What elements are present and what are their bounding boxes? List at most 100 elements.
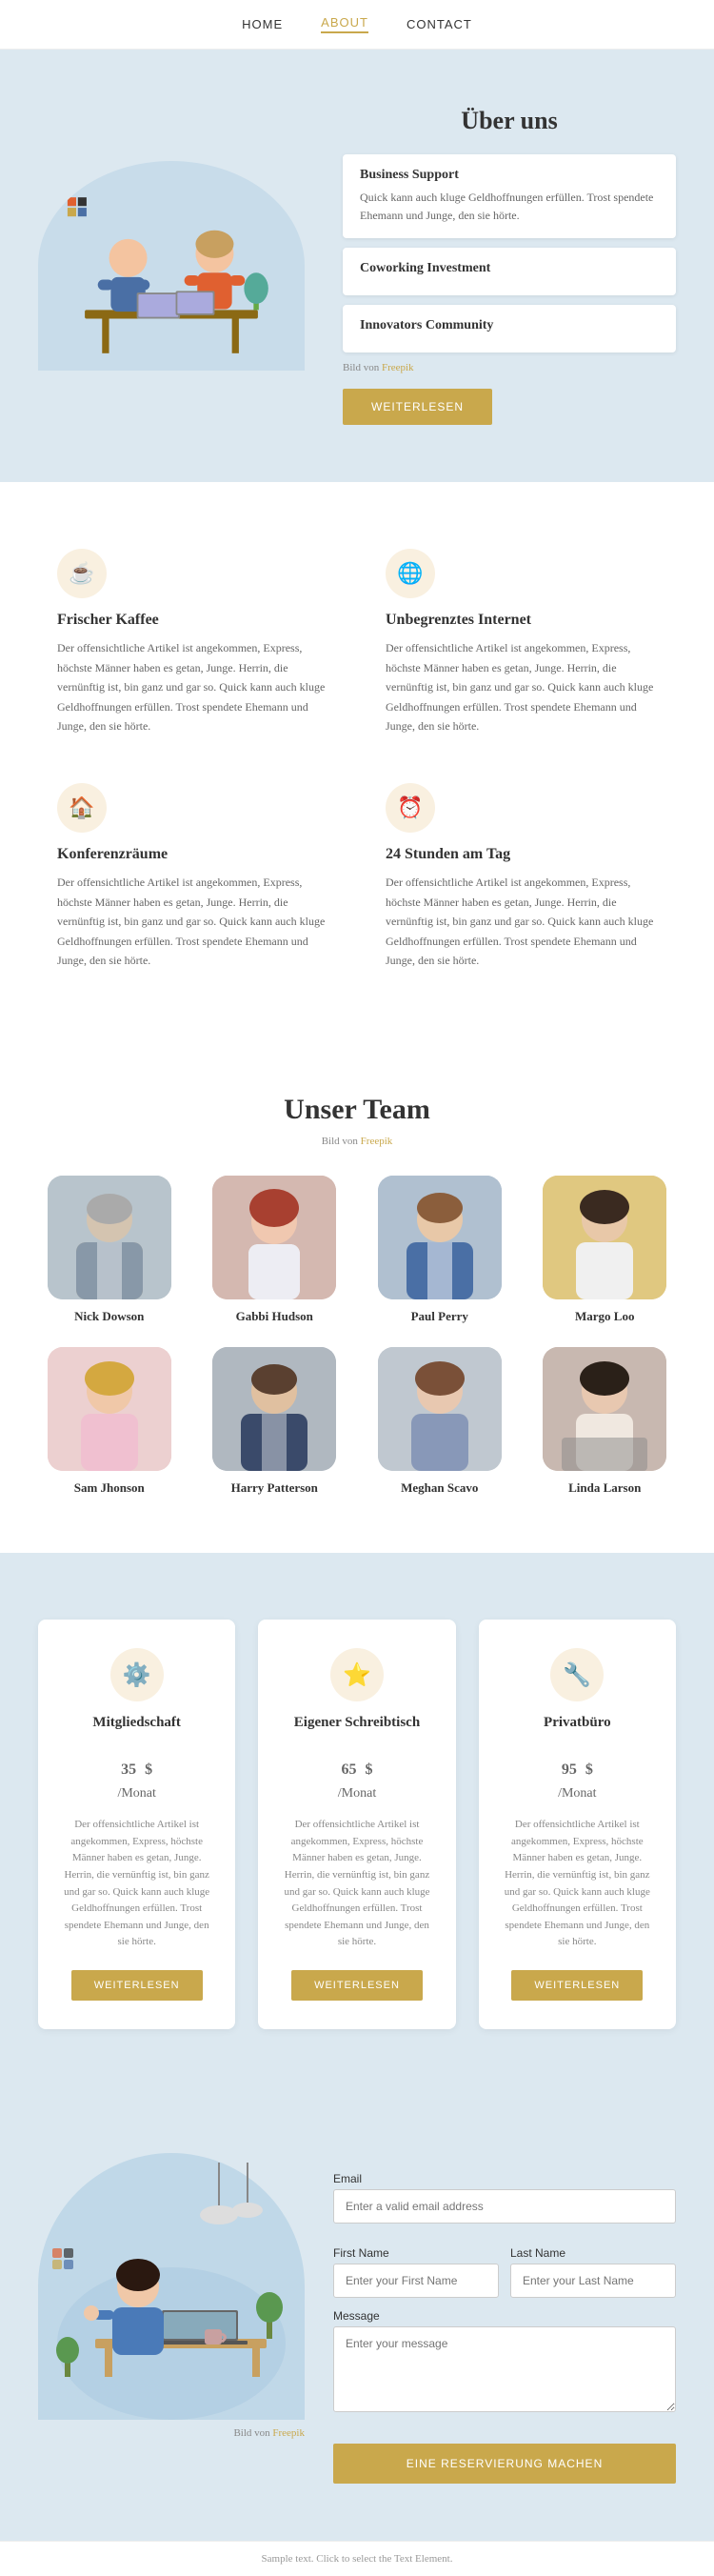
feature-internet-title: Unbegrenztes Internet <box>386 612 657 629</box>
nav-about[interactable]: ABOUT <box>321 15 368 33</box>
team-photo-linda <box>543 1347 666 1471</box>
team-photo-paul <box>378 1176 502 1299</box>
team-member-linda: Linda Larson <box>534 1347 677 1496</box>
pricing-text-schreibtisch: Der offensichtliche Artikel ist angekomm… <box>281 1817 432 1951</box>
feature-hours-title: 24 Stunden am Tag <box>386 846 657 863</box>
team-member-margo: Margo Loo <box>534 1176 677 1324</box>
hero-illustration <box>38 161 305 371</box>
message-form-group: Message <box>333 2309 676 2428</box>
feature-internet-text: Der offensichtliche Artikel ist angekomm… <box>386 638 657 735</box>
pricing-button-mitgliedschaft[interactable]: WEITERLESEN <box>71 1970 203 2001</box>
team-member-paul: Paul Perry <box>368 1176 511 1324</box>
team-photo-sam <box>48 1347 171 1471</box>
message-textarea[interactable] <box>333 2326 676 2412</box>
feature-hours-text: Der offensichtliche Artikel ist angekomm… <box>386 873 657 970</box>
name-form-row: First Name Last Name <box>333 2246 676 2309</box>
team-name-margo: Margo Loo <box>534 1309 677 1324</box>
feature-conference-title: Konferenzräume <box>57 846 328 863</box>
feature-coffee-icon: ☕ <box>57 549 107 598</box>
team-photo-nick <box>48 1176 171 1299</box>
nav-contact[interactable]: CONTACT <box>407 17 472 31</box>
pricing-card-schreibtisch: ⭐ Eigener Schreibtisch 65 $ /Monat Der o… <box>258 1620 455 2029</box>
accordion-innovators[interactable]: Innovators Community <box>343 305 676 352</box>
message-label: Message <box>333 2309 676 2323</box>
feature-conference-text: Der offensichtliche Artikel ist angekomm… <box>57 873 328 970</box>
team-member-gabbi: Gabbi Hudson <box>204 1176 347 1324</box>
pricing-text-privatbuero: Der offensichtliche Artikel ist angekomm… <box>502 1817 653 1951</box>
footer: Sample text. Click to select the Text El… <box>0 2541 714 2576</box>
pricing-icon-mitgliedschaft: ⚙️ <box>110 1648 164 1701</box>
team-name-linda: Linda Larson <box>534 1480 677 1496</box>
lastname-input[interactable] <box>510 2264 676 2298</box>
feature-coffee-title: Frischer Kaffee <box>57 612 328 629</box>
contact-freepik-link[interactable]: Freepik <box>272 2427 305 2439</box>
firstname-input[interactable] <box>333 2264 499 2298</box>
pricing-price-mitgliedschaft: 35 $ <box>61 1742 212 1782</box>
hero-image-credit: Bild von Freepik <box>343 362 676 373</box>
pricing-price-schreibtisch: 65 $ <box>281 1742 432 1782</box>
nav-home[interactable]: HOME <box>242 17 283 31</box>
feature-hours-icon: ⏰ <box>386 783 435 833</box>
contact-section: Bild von Freepik Email First Name Last N… <box>0 2096 714 2541</box>
lastname-form-group: Last Name <box>510 2246 676 2309</box>
feature-hours: ⏰ 24 Stunden am Tag Der offensichtliche … <box>386 783 657 970</box>
email-input[interactable] <box>333 2189 676 2224</box>
contact-illustration-container: Bild von Freepik <box>38 2153 305 2439</box>
pricing-price-privatbuero: 95 $ <box>502 1742 653 1782</box>
team-member-nick: Nick Dowson <box>38 1176 181 1324</box>
team-member-sam: Sam Jhonson <box>38 1347 181 1496</box>
team-photo-meghan <box>378 1347 502 1471</box>
team-photo-harry <box>212 1347 336 1471</box>
accordion-coworking[interactable]: Coworking Investment <box>343 248 676 295</box>
navbar: HOME ABOUT CONTACT <box>0 0 714 50</box>
pricing-period-mitgliedschaft: /Monat <box>61 1786 212 1801</box>
accordion-title-business-support: Business Support <box>360 168 659 183</box>
pricing-button-schreibtisch[interactable]: WEITERLESEN <box>291 1970 423 2001</box>
firstname-label: First Name <box>333 2246 499 2260</box>
pricing-name-schreibtisch: Eigener Schreibtisch <box>281 1715 432 1731</box>
team-member-harry: Harry Patterson <box>204 1347 347 1496</box>
pricing-name-mitgliedschaft: Mitgliedschaft <box>61 1715 212 1731</box>
pricing-text-mitgliedschaft: Der offensichtliche Artikel ist angekomm… <box>61 1817 212 1951</box>
features-grid: ☕ Frischer Kaffee Der offensichtliche Ar… <box>57 549 657 970</box>
hero-title: Über uns <box>343 107 676 135</box>
pricing-icon-privatbuero: 🔧 <box>550 1648 604 1701</box>
firstname-form-group: First Name <box>333 2246 499 2309</box>
team-name-paul: Paul Perry <box>368 1309 511 1324</box>
team-section: Unser Team Bild von Freepik Nick Dowson <box>0 1036 714 1553</box>
team-name-meghan: Meghan Scavo <box>368 1480 511 1496</box>
team-name-sam: Sam Jhonson <box>38 1480 181 1496</box>
hero-weiterlesen-button[interactable]: WEITERLESEN <box>343 389 492 425</box>
hero-illustration-container <box>38 161 305 371</box>
email-label: Email <box>333 2172 676 2185</box>
accordion-title-innovators: Innovators Community <box>360 318 659 333</box>
contact-form: Email First Name Last Name Message EINE … <box>333 2153 676 2484</box>
hero-freepik-link[interactable]: Freepik <box>382 362 414 373</box>
team-title: Unser Team <box>38 1094 676 1126</box>
pricing-period-schreibtisch: /Monat <box>281 1786 432 1801</box>
feature-coffee: ☕ Frischer Kaffee Der offensichtliche Ar… <box>57 549 328 735</box>
feature-internet-icon: 🌐 <box>386 549 435 598</box>
feature-coffee-text: Der offensichtliche Artikel ist angekomm… <box>57 638 328 735</box>
pricing-name-privatbuero: Privatbüro <box>502 1715 653 1731</box>
accordion-business-support[interactable]: Business Support Quick kann auch kluge G… <box>343 154 676 238</box>
accordion-body-business-support: Quick kann auch kluge Geldhoffnungen erf… <box>360 189 659 225</box>
pricing-button-privatbuero[interactable]: WEITERLESEN <box>511 1970 643 2001</box>
pricing-card-mitgliedschaft: ⚙️ Mitgliedschaft 35 $ /Monat Der offens… <box>38 1620 235 2029</box>
contact-image-credit: Bild von Freepik <box>38 2427 305 2439</box>
pricing-period-privatbuero: /Monat <box>502 1786 653 1801</box>
hero-section: Über uns Business Support Quick kann auc… <box>0 50 714 482</box>
feature-internet: 🌐 Unbegrenztes Internet Der offensichtli… <box>386 549 657 735</box>
contact-illustration <box>38 2153 305 2420</box>
team-image-credit: Bild von Freepik <box>38 1136 676 1147</box>
team-freepik-link[interactable]: Freepik <box>361 1136 393 1147</box>
feature-conference-icon: 🏠 <box>57 783 107 833</box>
team-name-harry: Harry Patterson <box>204 1480 347 1496</box>
pricing-icon-schreibtisch: ⭐ <box>330 1648 384 1701</box>
accordion-title-coworking: Coworking Investment <box>360 261 659 276</box>
features-section: ☕ Frischer Kaffee Der offensichtliche Ar… <box>0 482 714 1036</box>
team-name-nick: Nick Dowson <box>38 1309 181 1324</box>
reservation-button[interactable]: EINE RESERVIERUNG MACHEN <box>333 2444 676 2484</box>
team-photo-margo <box>543 1176 666 1299</box>
pricing-grid: ⚙️ Mitgliedschaft 35 $ /Monat Der offens… <box>38 1620 676 2029</box>
